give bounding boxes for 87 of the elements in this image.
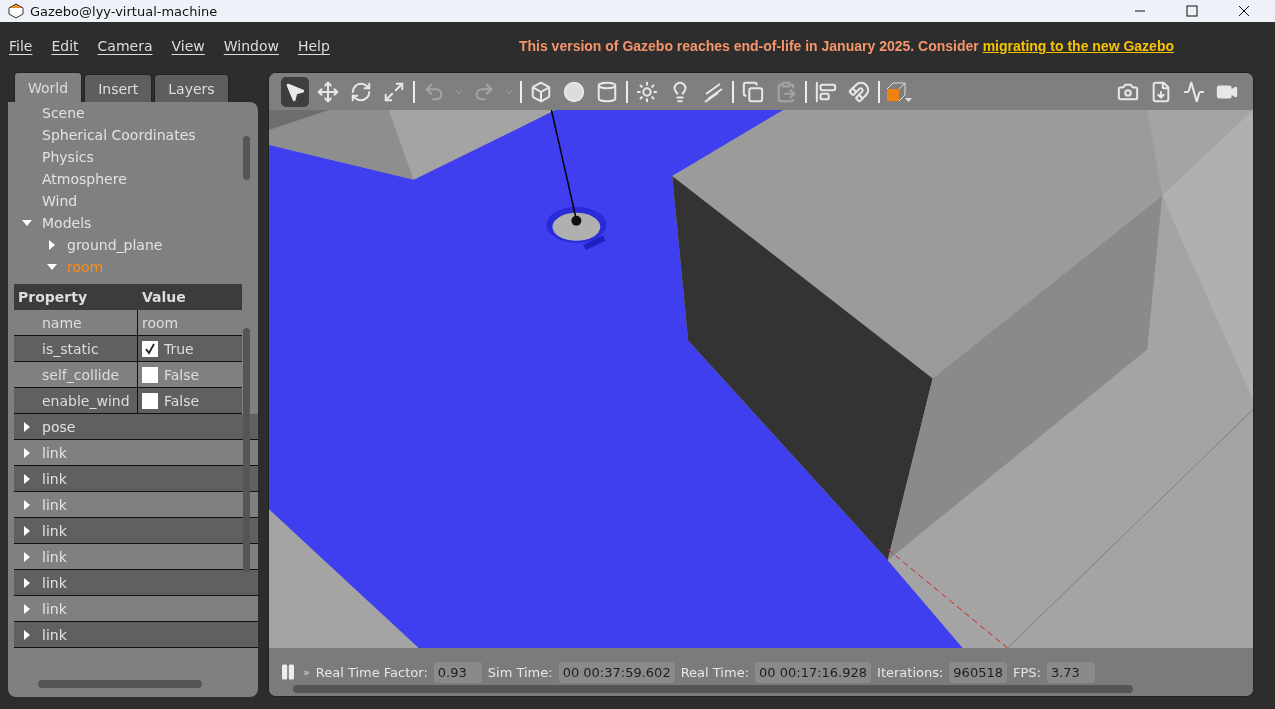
- property-value: room: [142, 314, 179, 331]
- property-group[interactable]: link: [42, 574, 67, 591]
- log-file-icon: [1150, 80, 1172, 103]
- 3d-scene-drawing[interactable]: [269, 110, 1253, 648]
- status-label: Iterations:: [877, 664, 944, 680]
- checkbox[interactable]: [142, 392, 158, 409]
- scale-icon: [383, 80, 405, 103]
- property-group[interactable]: link: [42, 548, 67, 565]
- collapsed-arrow-icon[interactable]: [24, 525, 30, 536]
- move-icon: [317, 80, 339, 103]
- menu-item[interactable]: Help: [297, 38, 330, 54]
- cube-view-icon: [885, 79, 913, 104]
- status-field: 960518: [949, 661, 1007, 683]
- cylinder-icon: [596, 80, 618, 103]
- cube-icon: [530, 80, 552, 103]
- panel-tab[interactable]: World: [14, 72, 83, 102]
- status-label: Real Time:: [680, 664, 750, 680]
- property-name: self_collide: [36, 362, 138, 387]
- tree-item[interactable]: Physics: [42, 149, 94, 165]
- property-name: name: [36, 310, 138, 335]
- property-group[interactable]: link: [42, 600, 67, 617]
- collapsed-arrow-icon[interactable]: [24, 447, 30, 458]
- menu-item[interactable]: View: [171, 38, 205, 54]
- plot-icon: [1183, 80, 1205, 103]
- paste-icon: [775, 80, 797, 103]
- property-group[interactable]: link: [42, 626, 67, 643]
- rotate-icon: [350, 80, 372, 103]
- pause-button[interactable]: [279, 663, 297, 681]
- expanded-arrow-icon[interactable]: [47, 264, 57, 270]
- close-icon: [1238, 5, 1250, 17]
- scrollbar[interactable]: [243, 136, 250, 180]
- property-value: False: [164, 366, 200, 383]
- panel-tab[interactable]: Layers: [154, 74, 229, 102]
- gazebo-logo-icon: [8, 3, 24, 19]
- scrollbar[interactable]: [243, 328, 250, 572]
- tool-button[interactable]: [281, 76, 309, 107]
- property-group[interactable]: link: [42, 444, 67, 461]
- step-button[interactable]: »: [303, 665, 310, 679]
- checkbox[interactable]: [142, 366, 158, 383]
- status-field: 00 00:37:59.602: [558, 661, 675, 683]
- tree-item[interactable]: Wind: [42, 193, 78, 209]
- tree-item[interactable]: Atmosphere: [42, 171, 127, 187]
- status-label: Real Time Factor:: [315, 664, 428, 680]
- collapsed-arrow-icon[interactable]: [24, 421, 30, 432]
- tree-item[interactable]: ground_plane: [67, 237, 163, 253]
- expanded-arrow-icon[interactable]: [22, 220, 32, 226]
- window-title: Gazebo@lyy-virtual-machine: [30, 3, 219, 19]
- collapsed-arrow-icon[interactable]: [24, 629, 30, 640]
- checkbox[interactable]: [142, 340, 158, 357]
- tree-item[interactable]: Models: [42, 215, 92, 231]
- parallel-arrows-icon: [702, 80, 724, 103]
- menu-item[interactable]: Camera: [97, 38, 153, 54]
- collapsed-arrow-icon[interactable]: [49, 240, 55, 250]
- tree-item[interactable]: Scene: [42, 105, 85, 121]
- column-header: Property: [17, 289, 89, 305]
- status-field: 00 00:17:16.928: [755, 661, 872, 683]
- sphere-icon: [563, 80, 585, 103]
- property-group[interactable]: link: [42, 522, 67, 539]
- status-field: 0.93: [433, 661, 482, 683]
- sun-icon: [636, 80, 658, 103]
- status-label: Sim Time:: [487, 664, 553, 680]
- property-group[interactable]: link: [42, 470, 67, 487]
- status-label: FPS:: [1013, 664, 1041, 680]
- panel-tab[interactable]: Insert: [84, 74, 153, 102]
- collapsed-arrow-icon[interactable]: [24, 499, 30, 510]
- menu-item[interactable]: Edit: [51, 38, 79, 54]
- copy-icon: [742, 80, 764, 103]
- maximize-icon: [1186, 5, 1198, 17]
- scrollbar[interactable]: [293, 685, 1133, 693]
- align-icon: [815, 80, 837, 103]
- tree-item[interactable]: Spherical Coordinates: [42, 127, 196, 143]
- scrollbar[interactable]: [38, 680, 202, 688]
- collapsed-arrow-icon[interactable]: [24, 603, 30, 614]
- property-group[interactable]: pose: [42, 418, 76, 435]
- collapsed-arrow-icon[interactable]: [24, 551, 30, 562]
- magnet-icon: [848, 80, 870, 103]
- collapsed-arrow-icon[interactable]: [24, 577, 30, 588]
- column-header: Value: [141, 289, 187, 305]
- migration-link[interactable]: migrating to the new Gazebo: [982, 38, 1174, 54]
- end-of-life-notice: This version of Gazebo reaches end-of-life in January 2025. Consider migrating to the new Gazebo: [518, 38, 1174, 54]
- property-value: True: [164, 340, 194, 357]
- collapsed-arrow-icon[interactable]: [24, 473, 30, 484]
- property-value: False: [164, 392, 200, 409]
- status-field: 3.73: [1046, 661, 1095, 683]
- menu-item[interactable]: File: [9, 38, 33, 54]
- property-group[interactable]: link: [42, 496, 67, 513]
- menu-item[interactable]: Window: [223, 38, 279, 54]
